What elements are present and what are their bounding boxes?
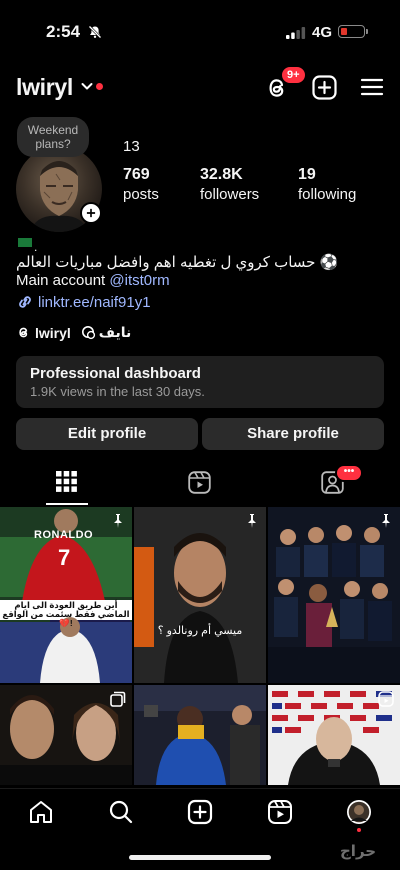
bell-muted-icon [88, 25, 102, 39]
post-image [134, 507, 266, 683]
posts-stat[interactable]: 769 posts [123, 166, 159, 203]
threads-name: lwiryl [35, 324, 71, 341]
add-story-icon[interactable] [80, 202, 102, 224]
grid-icon [56, 471, 77, 492]
home-icon[interactable] [28, 799, 54, 825]
profile-nav-avatar[interactable] [346, 799, 372, 825]
create-icon[interactable] [312, 75, 337, 100]
saudi-flag-icon [18, 238, 32, 247]
bio-line: حساب كروي ل تغطيه اهم وافضل مباريات العا… [16, 254, 339, 271]
profile-header: lwiryl 9+ [0, 62, 400, 112]
battery-icon [338, 25, 365, 38]
tab-grid[interactable] [0, 460, 133, 506]
post-caption: أين طريق العودة الى ايام الماضي فقط سئمت… [2, 600, 130, 628]
create-post-icon[interactable] [187, 799, 213, 825]
following-stat[interactable]: 19 following [298, 166, 356, 203]
stat-value: 19 [298, 166, 316, 183]
pin-icon [382, 514, 390, 528]
stat-value: 32.8K [200, 166, 243, 183]
stat-value: 769 [123, 166, 150, 183]
reels-nav-icon[interactable] [267, 799, 293, 825]
grid-post[interactable] [268, 685, 400, 785]
dashboard-subtitle: 1.9K views in the last 30 days. [30, 384, 205, 399]
other-name: نايف [98, 324, 132, 340]
grid-post[interactable] [0, 685, 132, 785]
jersey-name: RONALDO [34, 529, 94, 541]
dashboard-title: Professional dashboard [30, 365, 201, 382]
battery-cap [366, 29, 368, 34]
tab-tagged[interactable] [266, 460, 399, 506]
threads-badge: 9+ [280, 65, 307, 85]
grid-post[interactable]: ميسي أم رونالدو ؟ [134, 507, 266, 683]
jersey-number: 7 [58, 545, 71, 570]
signal-icon [286, 27, 306, 39]
stat-label: posts [123, 186, 159, 203]
clock: 2:54 [46, 22, 81, 41]
grid-post[interactable] [134, 685, 266, 785]
reels-icon [188, 471, 211, 494]
home-indicator [129, 855, 271, 860]
profile-activity-dot [357, 828, 361, 832]
chevron-down-icon[interactable] [81, 82, 93, 91]
profile-count-label: 13 [123, 138, 140, 155]
bio-main-account: Main account @itst0rm [16, 272, 170, 289]
carousel-icon [110, 691, 126, 707]
bio-text: Main account [16, 272, 110, 289]
grid-post[interactable] [268, 507, 400, 683]
menu-icon[interactable] [360, 76, 384, 98]
edit-profile-button[interactable]: Edit profile [16, 418, 198, 450]
bio-dot: . [34, 240, 38, 254]
tagged-badge: ••• [335, 464, 363, 482]
tab-reels[interactable] [133, 460, 266, 506]
threads-row[interactable]: lwiryl نايف [16, 324, 131, 341]
grid-post[interactable]: RONALDO 7 أين طريق العودة الى ايام الماض… [0, 507, 132, 683]
watermark-logo: حراج [340, 843, 377, 860]
post-caption: ميسي أم رونالدو ؟ [157, 625, 243, 637]
active-tab-indicator [46, 503, 88, 505]
search-icon[interactable] [108, 799, 134, 825]
chat-icon [81, 326, 95, 340]
bio-link[interactable]: linktr.ee/naif91y1 [16, 294, 151, 311]
professional-dashboard[interactable]: Professional dashboard 1.9K views in the… [16, 356, 384, 408]
pin-icon [248, 514, 256, 528]
notification-dot [96, 83, 103, 90]
pin-icon [114, 514, 122, 528]
post-image [268, 507, 400, 683]
stat-label: following [298, 186, 357, 203]
followers-stat[interactable]: 32.8K followers [200, 166, 259, 203]
link-text: linktr.ee/naif91y1 [38, 294, 151, 311]
post-image [134, 685, 266, 785]
note-bubble[interactable]: Weekend plans? [17, 117, 89, 157]
reel-icon [378, 691, 394, 707]
threads-icon [19, 327, 28, 338]
share-profile-button[interactable]: Share profile [202, 418, 384, 450]
network-type: 4G [312, 24, 333, 41]
status-bar: 2:54 4G [0, 0, 400, 62]
username-switcher[interactable]: lwiryl [16, 74, 73, 101]
stat-label: followers [200, 186, 260, 203]
link-icon [19, 296, 31, 308]
mention-link[interactable]: @itst0rm [109, 272, 169, 289]
